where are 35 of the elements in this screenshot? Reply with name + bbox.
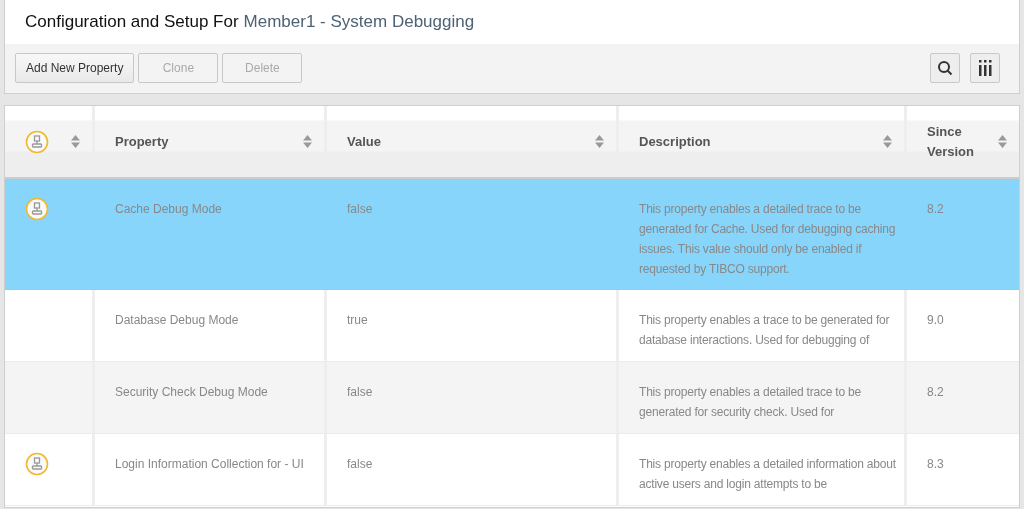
search-icon <box>937 60 953 76</box>
value-cell: false <box>347 202 373 216</box>
toolbar-button[interactable]: Add New Property <box>15 53 135 83</box>
table-row[interactable]: Login Information Collection for - UI false This property enables a detailed information about active users and login attempts to be 8.3 <box>5 434 1019 506</box>
description-cell: This property enables a detailed trace to be generated for Cache. Used for debugging caching issues. This value should only be enabled if requested by TIBCO support. <box>639 202 896 276</box>
property-cell: Cache Debug Mode <box>115 202 222 216</box>
member-name: Member1 - System Debugging <box>243 12 475 32</box>
sort-icon[interactable] <box>595 135 604 148</box>
value-cell: false <box>347 457 373 471</box>
sort-icon[interactable] <box>303 135 312 148</box>
description-cell: This property enables a detailed trace to be generated for security check. Used for <box>639 385 861 419</box>
table-row[interactable]: Cache Debug Mode false This property enables a detailed trace to be generated for Cache. Used for debugging caching issues. This value should only be enabled if requested by TIBCO support. 8.2 <box>5 179 1019 290</box>
page-title: Configuration and Setup For <box>25 12 239 32</box>
search-button[interactable] <box>930 53 960 83</box>
sort-icon[interactable] <box>71 135 80 148</box>
column-header[interactable]: Property <box>115 131 169 152</box>
sort-icon[interactable] <box>998 135 1007 148</box>
columns-icon <box>977 59 993 77</box>
since-version-cell: 8.3 <box>927 457 944 471</box>
sort-icon[interactable] <box>883 135 892 148</box>
value-cell: false <box>347 385 373 399</box>
columns-button[interactable] <box>970 53 1000 83</box>
description-cell: This property enables a detailed information about active users and login attempts to be <box>639 457 896 491</box>
column-header[interactable]: Value <box>347 131 381 152</box>
description-cell: This property enables a trace to be generated for database interactions. Used for debugging of <box>639 313 890 347</box>
since-version-cell: 8.2 <box>927 385 944 399</box>
value-cell: true <box>347 313 368 327</box>
column-header[interactable]: Description <box>639 131 711 152</box>
property-cell: Security Check Debug Mode <box>115 385 268 399</box>
property-cell: Database Debug Mode <box>115 313 239 327</box>
table-row[interactable]: Security Check Debug Mode false This property enables a detailed trace to be generated for security check. Used for 8.2 <box>5 362 1019 434</box>
since-version-cell: 8.2 <box>927 202 944 216</box>
since-version-cell: 9.0 <box>927 313 944 327</box>
node-icon <box>25 129 49 154</box>
property-cell: Login Information Collection for - UI <box>115 457 304 471</box>
